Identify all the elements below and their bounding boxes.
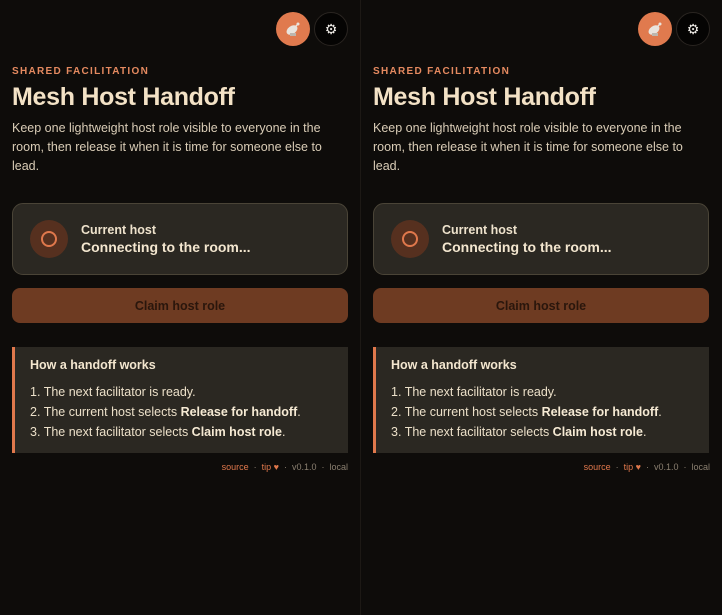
handoff-instructions: How a handoff works 1. The next facilita… <box>373 347 709 453</box>
step-item: 2. The current host selects Release for … <box>391 405 662 419</box>
instructions-title: How a handoff works <box>30 358 156 372</box>
satellite-dish-icon[interactable] <box>276 12 310 46</box>
step-item: 3. The next facilitator selects Claim ho… <box>391 425 647 439</box>
status-ring-icon <box>30 220 68 258</box>
steps-list: 1. The next facilitator is ready. 2. The… <box>30 382 333 442</box>
steps-list: 1. The next facilitator is ready. 2. The… <box>391 382 694 442</box>
page-title: Mesh Host Handoff <box>373 83 596 111</box>
handoff-instructions: How a handoff works 1. The next facilita… <box>12 347 348 453</box>
footer: source · tip ♥ · v0.1.0 · local <box>583 462 710 472</box>
satellite-dish-icon[interactable] <box>638 12 672 46</box>
step-item: 1. The next facilitator is ready. <box>30 385 196 399</box>
top-actions: ⚙ <box>638 12 710 46</box>
step-item: 1. The next facilitator is ready. <box>391 385 557 399</box>
claim-host-button[interactable]: Claim host role <box>12 288 348 323</box>
page-description: Keep one lightweight host role visible t… <box>12 121 322 173</box>
page-description: Keep one lightweight host role visible t… <box>373 121 683 173</box>
version-label: v0.1.0 <box>653 462 679 472</box>
host-label: Current host <box>81 223 156 237</box>
host-status: Connecting to the room... <box>442 239 612 255</box>
eyebrow-label: SHARED FACILITATION <box>12 66 150 77</box>
host-status: Connecting to the room... <box>81 239 251 255</box>
heart-icon: ♥ <box>273 462 279 472</box>
tip-link[interactable]: tip ♥ <box>624 462 641 472</box>
source-link[interactable]: source <box>222 462 249 472</box>
panel-left: ⚙ SHARED FACILITATION Mesh Host Handoff … <box>0 0 361 615</box>
env-label: local <box>691 462 710 472</box>
main-content: SHARED FACILITATION Mesh Host Handoff Ke… <box>12 66 348 453</box>
page-title: Mesh Host Handoff <box>12 83 235 111</box>
panel-right: ⚙ SHARED FACILITATION Mesh Host Handoff … <box>361 0 722 615</box>
status-ring-icon <box>391 220 429 258</box>
env-label: local <box>329 462 348 472</box>
instructions-title: How a handoff works <box>391 358 517 372</box>
top-actions: ⚙ <box>276 12 348 46</box>
version-label: v0.1.0 <box>291 462 317 472</box>
heart-icon: ♥ <box>635 462 641 472</box>
source-link[interactable]: source <box>584 462 611 472</box>
gear-icon[interactable]: ⚙ <box>676 12 710 46</box>
footer: source · tip ♥ · v0.1.0 · local <box>221 462 348 472</box>
current-host-card: Current host Connecting to the room... <box>373 203 709 275</box>
step-item: 2. The current host selects Release for … <box>30 405 301 419</box>
gear-icon[interactable]: ⚙ <box>314 12 348 46</box>
step-item: 3. The next facilitator selects Claim ho… <box>30 425 286 439</box>
eyebrow-label: SHARED FACILITATION <box>373 66 511 77</box>
tip-link[interactable]: tip ♥ <box>262 462 279 472</box>
main-content: SHARED FACILITATION Mesh Host Handoff Ke… <box>373 66 709 453</box>
current-host-card: Current host Connecting to the room... <box>12 203 348 275</box>
claim-host-button[interactable]: Claim host role <box>373 288 709 323</box>
host-label: Current host <box>442 223 517 237</box>
